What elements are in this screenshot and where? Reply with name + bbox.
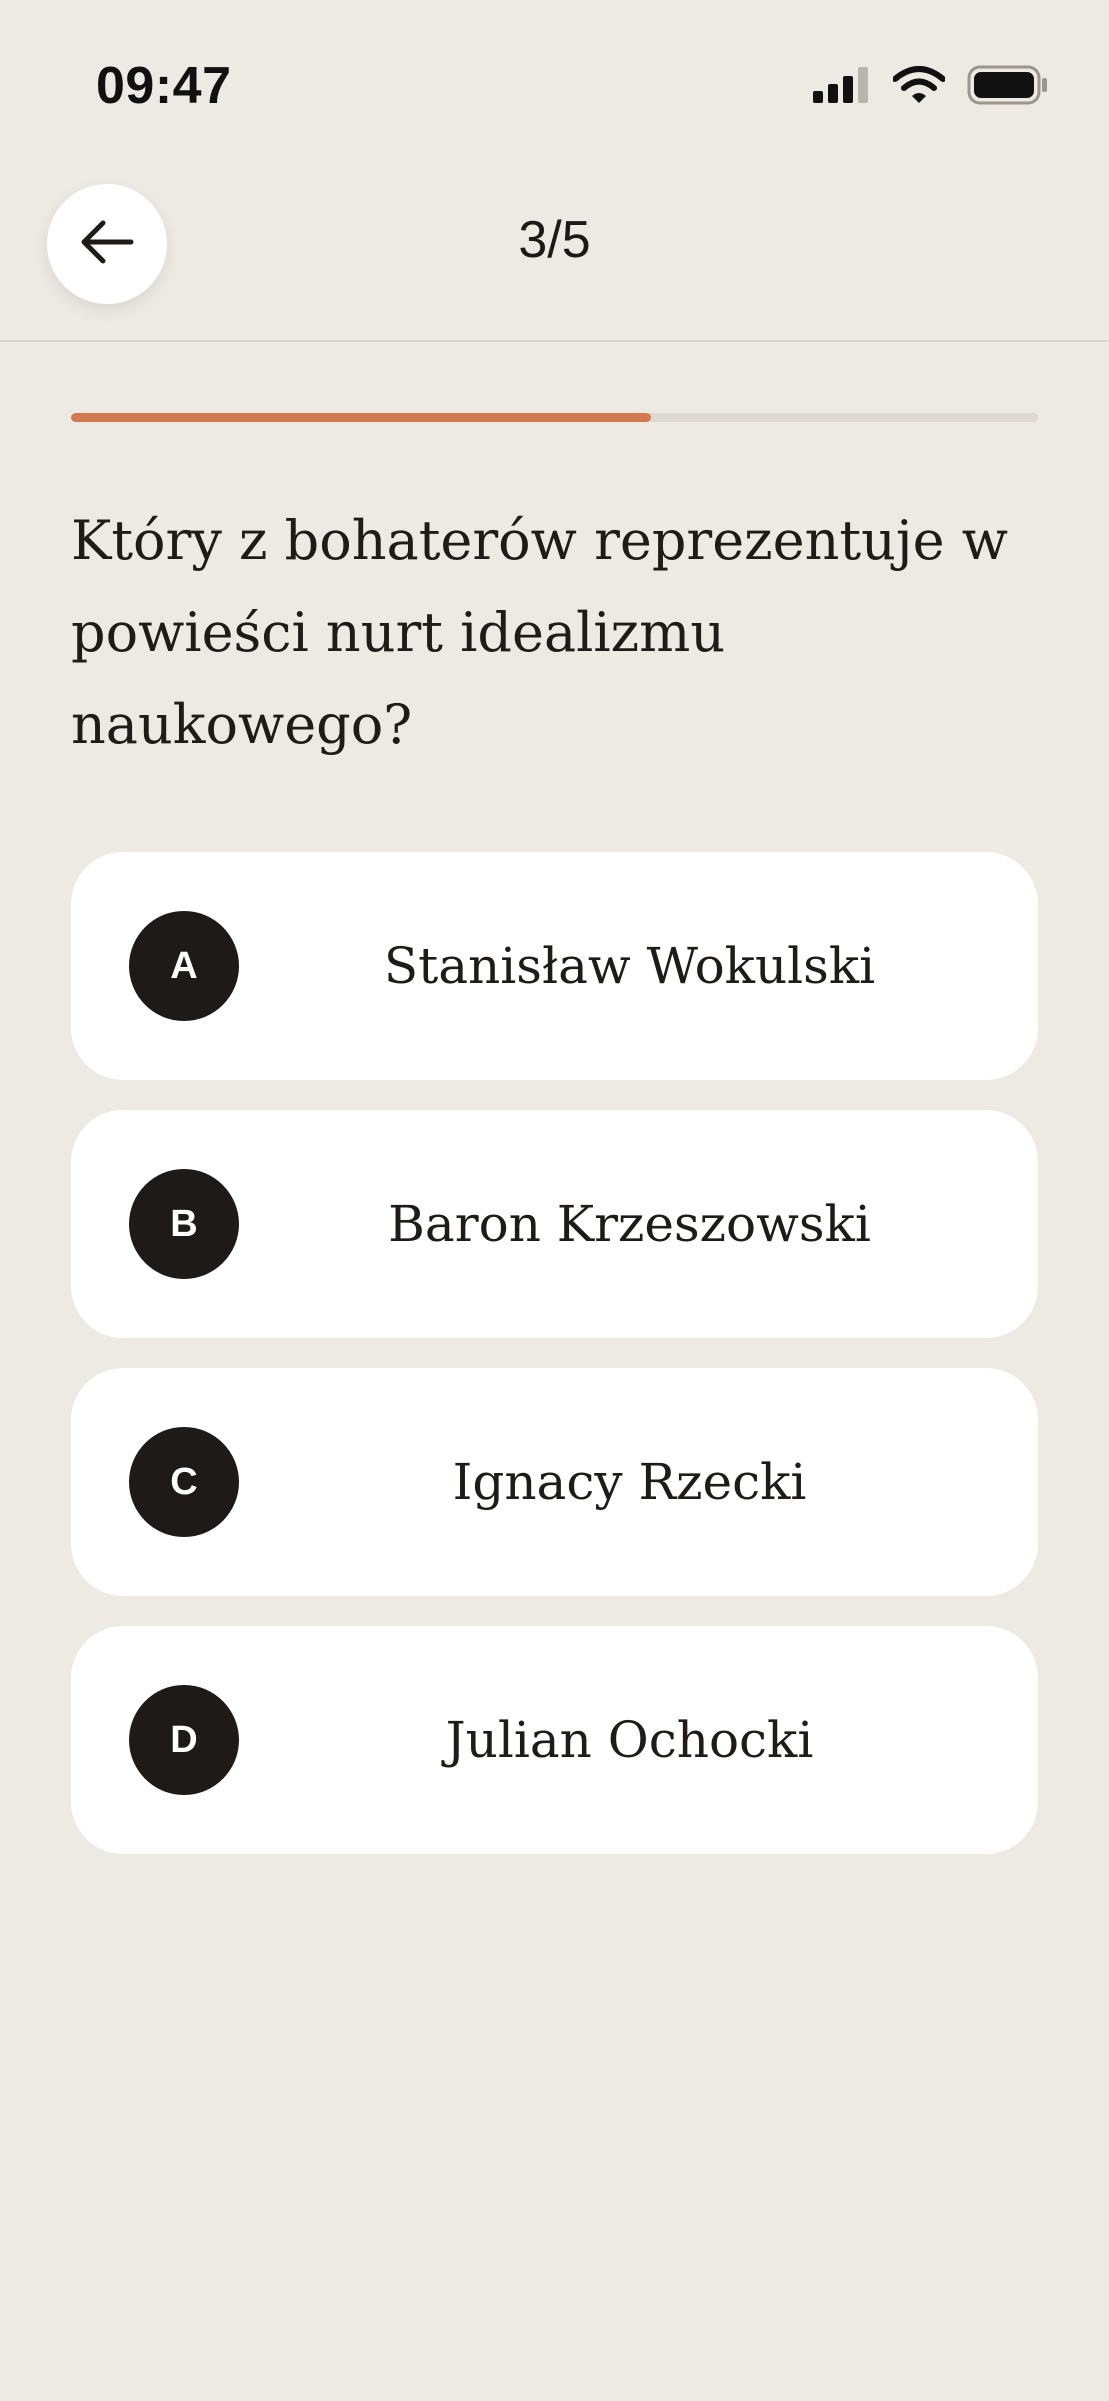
- status-bar: 09:47: [0, 0, 1109, 170]
- answer-option-d[interactable]: D Julian Ochocki: [71, 1626, 1038, 1854]
- answer-label: Stanisław Wokulski: [383, 937, 876, 995]
- answer-option-a[interactable]: A Stanisław Wokulski: [71, 852, 1038, 1080]
- question-counter: 3/5: [518, 211, 591, 269]
- status-icons: [813, 62, 1049, 112]
- answer-option-b[interactable]: B Baron Krzeszowski: [71, 1110, 1038, 1338]
- answer-label: Baron Krzeszowski: [388, 1195, 871, 1253]
- status-time: 09:47: [96, 57, 232, 115]
- answer-option-c[interactable]: C Ignacy Rzecki: [71, 1368, 1038, 1596]
- progress-bar: [71, 413, 1038, 422]
- progress-bar-fill: [71, 413, 652, 422]
- answer-label: Ignacy Rzecki: [452, 1453, 807, 1511]
- signal-icon: [813, 66, 871, 108]
- question-text: Który z bohaterów reprezentuje w powieśc…: [71, 509, 1008, 756]
- battery-icon: [967, 65, 1049, 110]
- answer-label: Julian Ochocki: [445, 1711, 814, 1769]
- quiz-header: 3/5: [0, 170, 1109, 342]
- wifi-icon: [892, 65, 946, 109]
- answer-list: A Stanisław Wokulski B Baron Krzeszowski C Ig…: [71, 852, 1038, 1884]
